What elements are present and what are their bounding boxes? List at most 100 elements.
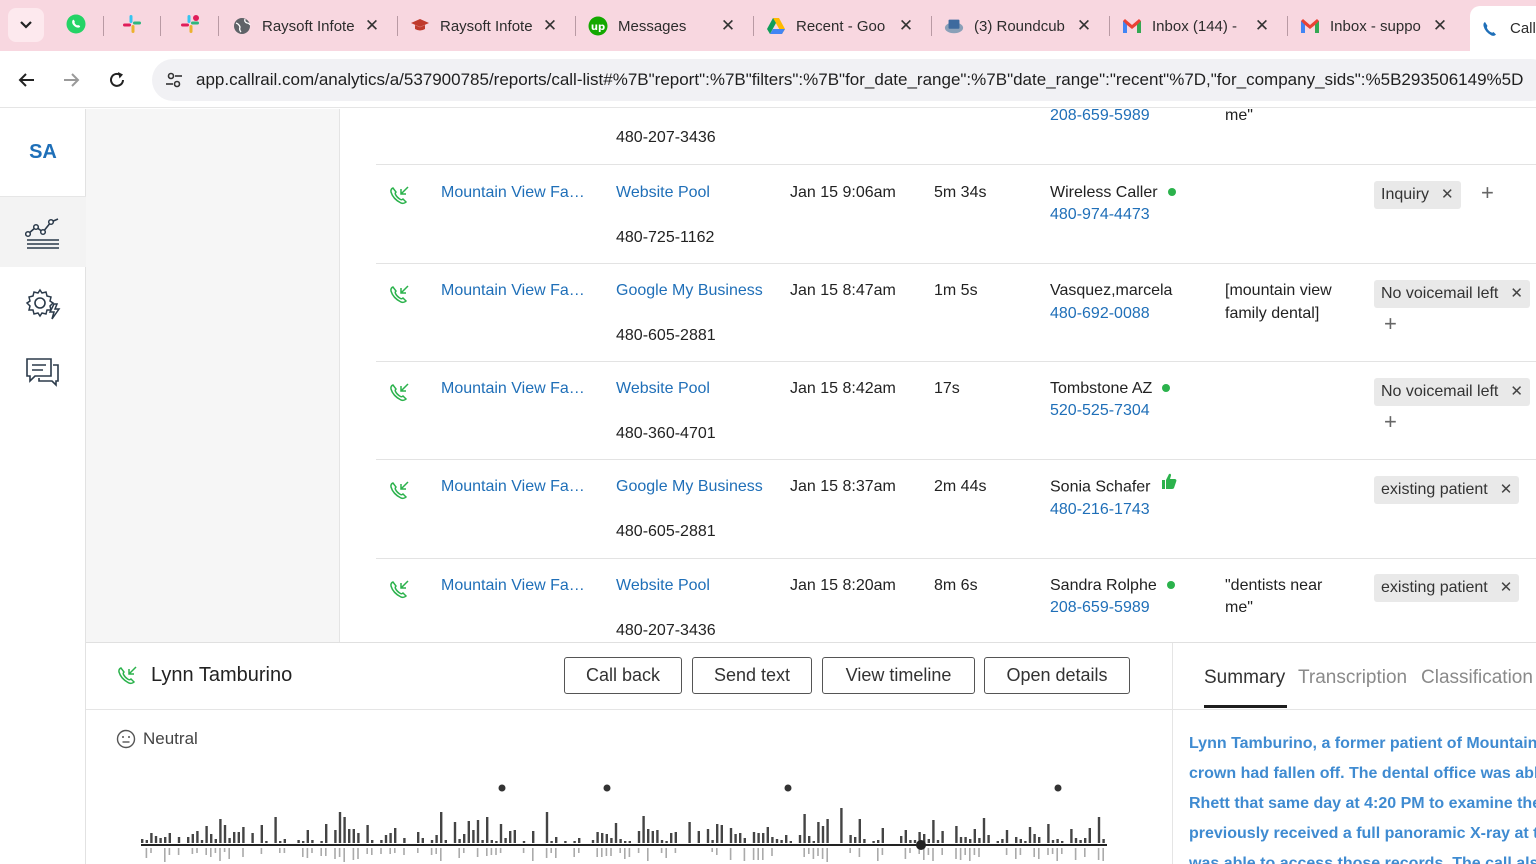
nav-item-analytics[interactable] — [0, 197, 86, 267]
waveform-bar — [274, 817, 277, 843]
close-icon[interactable]: ✕ — [1074, 16, 1094, 36]
close-icon[interactable]: ✕ — [362, 16, 382, 36]
waveform-bar — [435, 835, 438, 843]
table-row[interactable]: Mountain View Fa… Website Pool 480-207-3… — [376, 559, 1536, 642]
customer-phone[interactable]: 480-692-0088 — [1050, 302, 1150, 325]
company-link[interactable]: Mountain View Fa… — [441, 377, 585, 400]
table-row[interactable]: 480-207-3436 208-659-5989 me" — [376, 109, 1536, 165]
tab-slack-1[interactable] — [114, 8, 150, 44]
close-icon[interactable]: ✕ — [1252, 16, 1272, 36]
waveform-bar — [325, 824, 328, 843]
messages-icon — [26, 358, 59, 387]
send-text-button[interactable]: Send text — [692, 657, 812, 694]
waveform-bar — [923, 848, 925, 860]
tracking-number: 480-605-2881 — [616, 523, 716, 540]
nav-item-settings[interactable] — [0, 269, 86, 339]
table-row[interactable]: Mountain View Fa… Google My Business 480… — [376, 264, 1536, 362]
site-info-icon[interactable] — [154, 70, 194, 90]
add-tag-icon[interactable]: + — [1384, 409, 1397, 435]
tab-slack-2[interactable] — [172, 8, 208, 44]
waveform-bar — [338, 812, 342, 843]
tab-classification[interactable]: Classification — [1421, 667, 1533, 689]
tab-title: Recent - Goo — [796, 17, 886, 35]
tab-title: Inbox (144) - — [1152, 17, 1238, 35]
remove-tag-icon[interactable]: ✕ — [1500, 481, 1513, 498]
add-tag-icon[interactable]: + — [1481, 180, 1494, 206]
close-icon[interactable]: ✕ — [540, 16, 560, 36]
open-details-button[interactable]: Open details — [984, 657, 1130, 694]
tab-search-button[interactable] — [8, 8, 44, 42]
close-icon[interactable]: ✕ — [896, 16, 916, 36]
address-bar[interactable]: app.callrail.com/analytics/a/537900785/r… — [152, 59, 1536, 101]
waveform-bar — [219, 819, 222, 843]
tab-roundcube[interactable]: (3) Roundcub ✕ — [934, 8, 1104, 44]
tab-raysoft-2[interactable]: Raysoft Infote ✕ — [400, 8, 570, 44]
waveform-bar — [476, 848, 479, 857]
remove-tag-icon[interactable]: ✕ — [1500, 579, 1513, 596]
inbound-call-icon — [388, 284, 410, 313]
inbound-call-icon — [388, 579, 410, 608]
source-link[interactable]: Website Pool — [616, 377, 710, 400]
company-link[interactable]: Mountain View Fa… — [441, 279, 585, 302]
tab-messages[interactable]: up Messages ✕ — [578, 8, 748, 44]
close-icon[interactable]: ✕ — [718, 16, 738, 36]
waveform-bar — [798, 835, 802, 843]
customer-phone[interactable]: 208-659-5989 — [1050, 109, 1150, 127]
waveform-bar — [522, 841, 526, 843]
waveform-bar — [817, 848, 819, 856]
waveform-bar — [628, 848, 631, 857]
tab-gmail-2[interactable]: Inbox - suppo ✕ — [1290, 8, 1460, 44]
waveform-bar — [941, 831, 944, 843]
tab-transcription[interactable]: Transcription — [1298, 667, 1407, 689]
tab-summary[interactable]: Summary — [1204, 667, 1285, 689]
waveform-bar — [821, 848, 824, 859]
forward-button[interactable] — [56, 65, 86, 95]
whatsapp-icon — [65, 13, 87, 39]
account-initials[interactable]: SA — [0, 109, 86, 197]
waveform-bar — [780, 840, 783, 843]
waveform-bar — [1102, 848, 1104, 861]
view-timeline-button[interactable]: View timeline — [822, 657, 975, 694]
waveform-bar — [1084, 848, 1086, 857]
customer-phone[interactable]: 480-216-1743 — [1050, 498, 1150, 521]
tab-whatsapp[interactable] — [58, 8, 94, 44]
company-link[interactable]: Mountain View Fa… — [441, 574, 585, 597]
reload-button[interactable] — [102, 65, 132, 95]
customer-phone[interactable]: 480-974-4473 — [1050, 203, 1150, 226]
remove-tag-icon[interactable]: ✕ — [1441, 186, 1454, 203]
customer-phone[interactable]: 520-525-7304 — [1050, 399, 1150, 422]
call-back-button[interactable]: Call back — [564, 657, 682, 694]
waveform-bar — [371, 840, 374, 843]
table-row[interactable]: Mountain View Fa… Website Pool 480-360-4… — [376, 362, 1536, 460]
source-link[interactable]: Website Pool — [616, 181, 710, 204]
source-link[interactable]: Google My Business — [616, 475, 763, 498]
company-link[interactable]: Mountain View Fa… — [441, 181, 585, 204]
tab-gmail-1[interactable]: Inbox (144) - ✕ — [1112, 8, 1282, 44]
source-link[interactable]: Google My Business — [616, 279, 763, 302]
table-row[interactable]: Mountain View Fa… Website Pool 480-725-1… — [376, 165, 1536, 264]
waveform-bar — [955, 826, 958, 843]
tag-chip: No voicemail left ✕ — [1374, 280, 1530, 308]
tab-callrail-active[interactable]: Call — [1470, 6, 1536, 51]
audio-waveform[interactable] — [141, 773, 1116, 864]
waveform-marker — [498, 784, 506, 792]
source-link[interactable]: Website Pool — [616, 574, 710, 597]
waveform-bar — [904, 830, 907, 843]
close-icon[interactable]: ✕ — [1430, 16, 1450, 36]
customer-phone[interactable]: 208-659-5989 — [1050, 596, 1150, 619]
waveform-bar — [1074, 838, 1078, 843]
tracking-number: 480-360-4701 — [616, 425, 716, 442]
waveform-bar — [789, 841, 792, 843]
nav-item-messages[interactable] — [0, 337, 86, 407]
keyword: me" — [1225, 109, 1253, 124]
tab-google-drive[interactable]: Recent - Goo ✕ — [756, 8, 926, 44]
tab-raysoft-1[interactable]: Raysoft Infote ✕ — [222, 8, 392, 44]
add-tag-icon[interactable]: + — [1384, 311, 1397, 337]
back-button[interactable] — [12, 65, 42, 95]
remove-tag-icon[interactable]: ✕ — [1510, 383, 1523, 400]
waveform-bar — [490, 840, 493, 843]
company-link[interactable]: Mountain View Fa… — [441, 475, 585, 498]
waveform-bar — [325, 848, 327, 856]
remove-tag-icon[interactable]: ✕ — [1510, 285, 1523, 302]
table-row[interactable]: Mountain View Fa… Google My Business 480… — [376, 460, 1536, 559]
